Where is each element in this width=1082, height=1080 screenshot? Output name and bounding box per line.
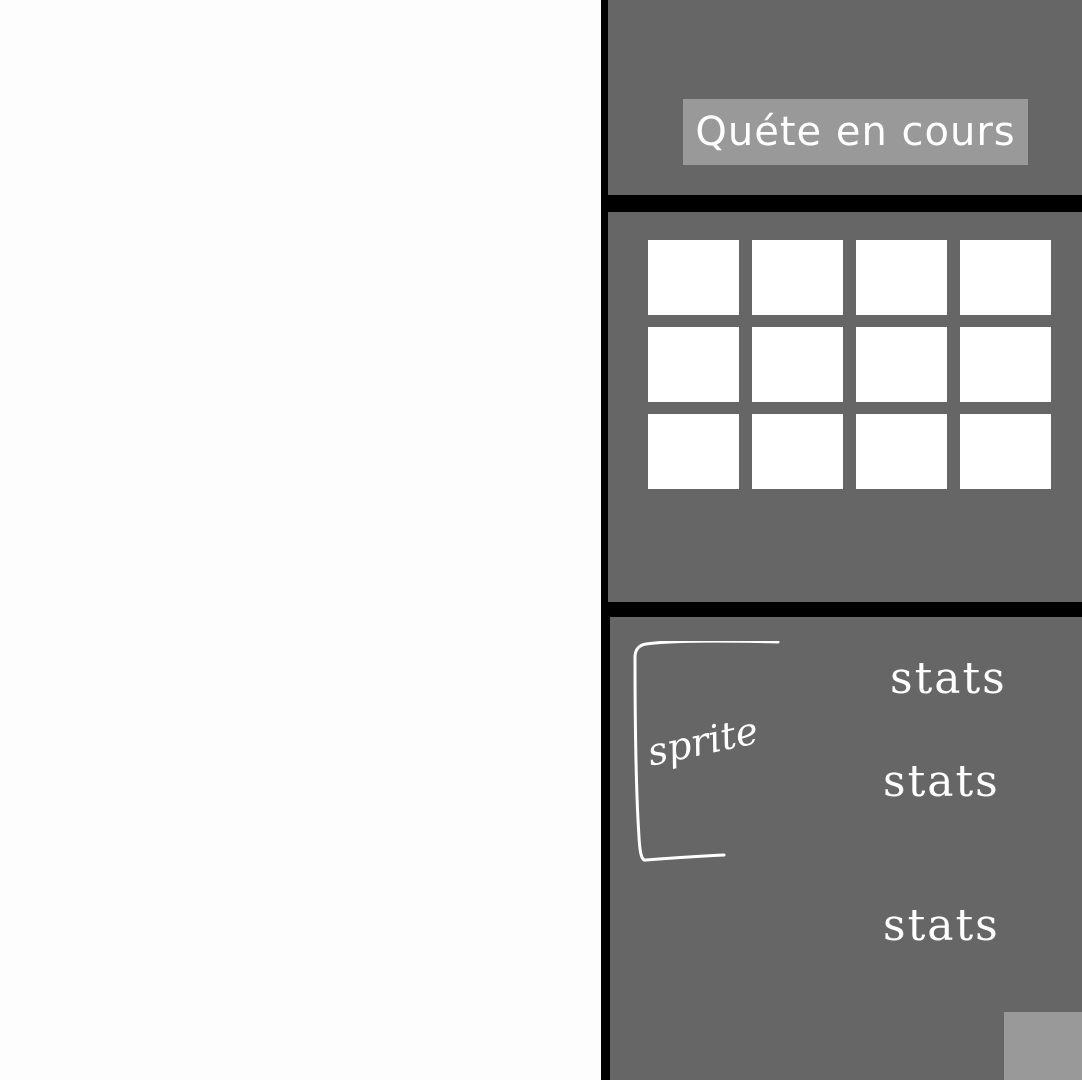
inventory-slot[interactable]	[856, 240, 947, 315]
game-screen: Quéte en cours sprite stats stats stats	[0, 0, 1082, 1080]
character-sprite: sprite	[632, 641, 782, 863]
side-panel: Quéte en cours sprite stats stats stats	[601, 0, 1082, 1080]
inventory-slot[interactable]	[752, 414, 843, 489]
inventory-slot[interactable]	[960, 240, 1051, 315]
inventory-slot[interactable]	[856, 327, 947, 402]
character-stats-section: sprite stats stats stats	[610, 617, 1082, 1080]
inventory-section	[608, 212, 1082, 602]
inventory-slot[interactable]	[960, 414, 1051, 489]
inventory-slot[interactable]	[648, 327, 739, 402]
inventory-slot[interactable]	[856, 414, 947, 489]
inventory-slot[interactable]	[648, 240, 739, 315]
quest-section: Quéte en cours	[608, 0, 1082, 195]
inventory-slot[interactable]	[960, 327, 1051, 402]
corner-menu-button[interactable]	[1004, 1012, 1082, 1080]
quest-in-progress-button[interactable]: Quéte en cours	[683, 99, 1028, 165]
stat-text: stats	[890, 653, 1007, 704]
stat-text: stats	[883, 756, 1000, 807]
inventory-grid	[648, 240, 1051, 489]
inventory-slot[interactable]	[648, 414, 739, 489]
inventory-slot[interactable]	[752, 240, 843, 315]
inventory-slot[interactable]	[752, 327, 843, 402]
game-world-view[interactable]	[0, 0, 601, 1080]
stat-text: stats	[883, 900, 1000, 951]
